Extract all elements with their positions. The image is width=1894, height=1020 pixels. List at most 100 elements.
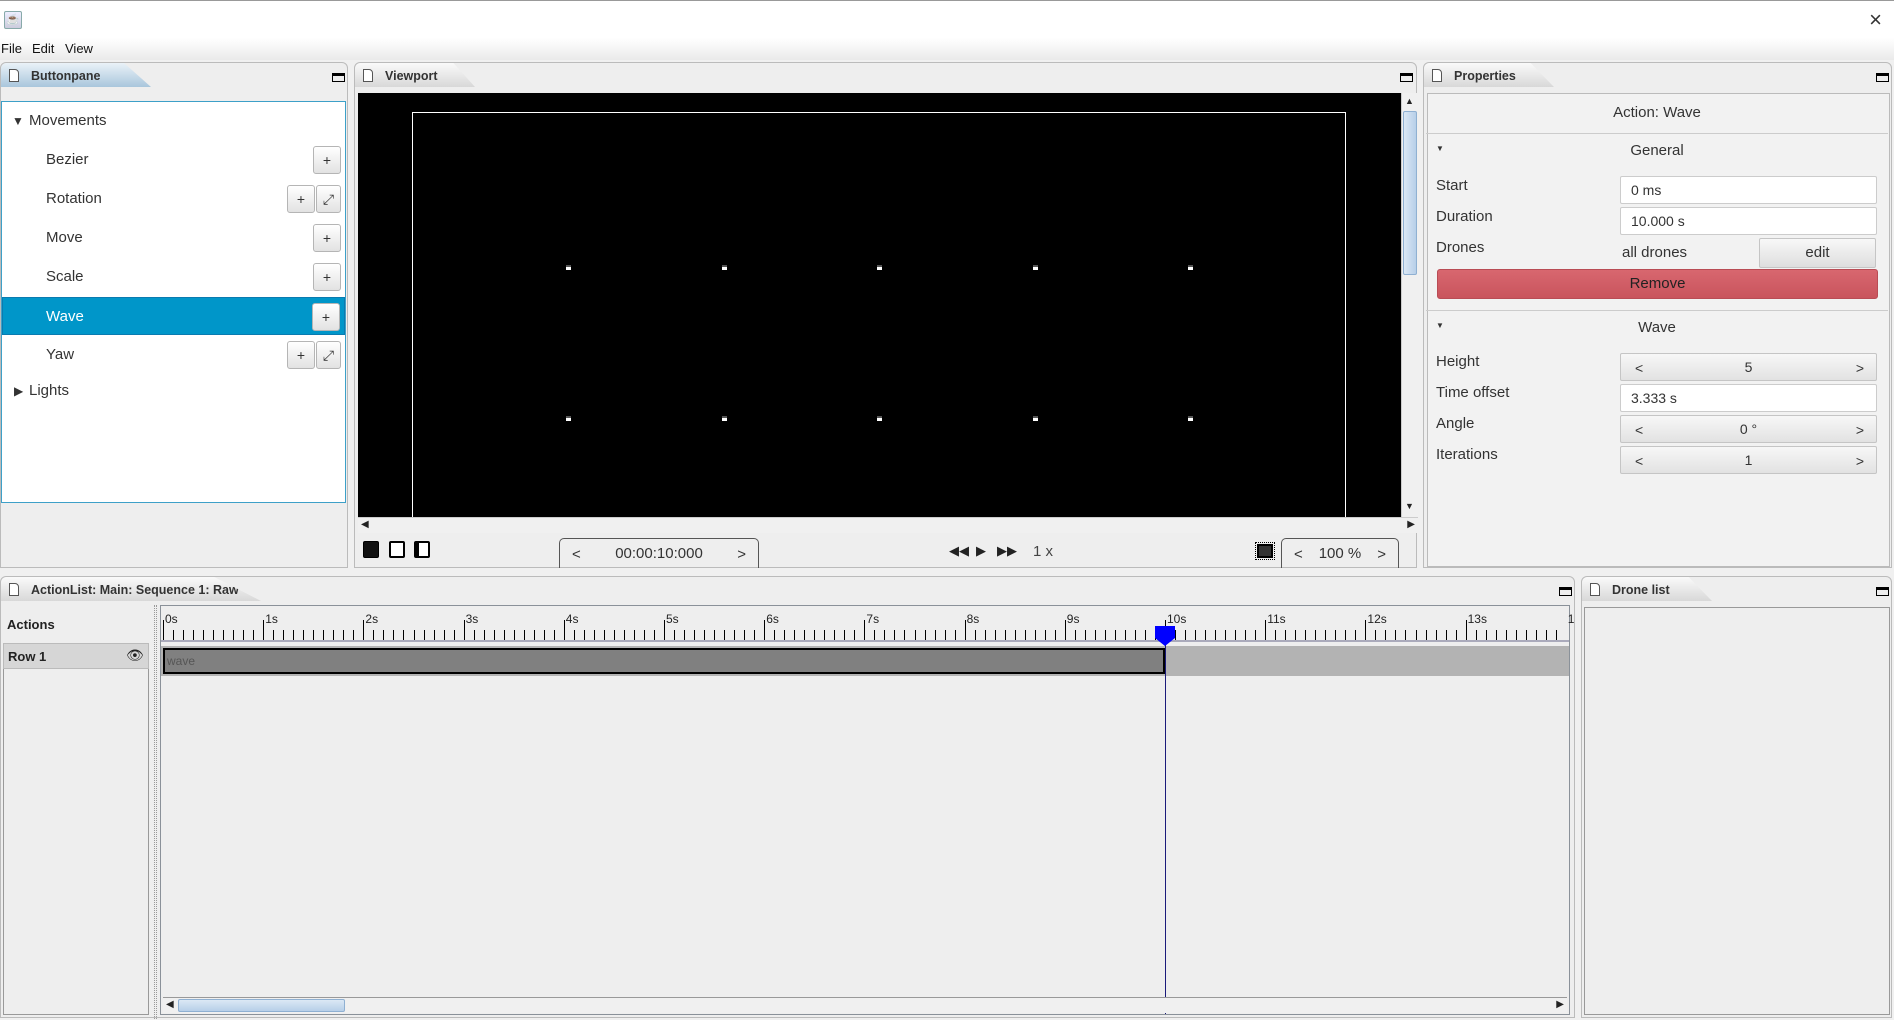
menu-edit[interactable]: Edit xyxy=(32,41,54,56)
tree-item-wave[interactable]: Wave + xyxy=(2,297,345,335)
tree-item-rotation[interactable]: Rotation + ⤢ xyxy=(4,180,344,218)
scroll-up-icon[interactable]: ▲ xyxy=(1405,96,1414,106)
time-value[interactable]: 00:00:10:000 xyxy=(560,545,758,562)
iterations-increment[interactable]: > xyxy=(1856,453,1864,469)
drone-marker[interactable] xyxy=(722,265,727,270)
scroll-right-icon[interactable]: ▶ xyxy=(1556,999,1564,1010)
playhead-handle[interactable] xyxy=(1155,626,1175,646)
action-title: Action: Wave xyxy=(1426,104,1888,121)
add-bezier-button[interactable]: + xyxy=(313,146,341,174)
expand-down-icon[interactable]: ▼ xyxy=(12,102,24,140)
iterations-value[interactable]: 1 xyxy=(1621,452,1876,468)
menu-view[interactable]: View xyxy=(65,41,93,56)
add-rotation-button[interactable]: + xyxy=(287,185,315,213)
duration-input[interactable]: 10.000 s xyxy=(1620,207,1877,235)
fit-screen-icon[interactable] xyxy=(1257,544,1273,558)
time-next-button[interactable]: > xyxy=(737,546,746,563)
cube-top-view-icon[interactable] xyxy=(414,541,430,558)
viewport-canvas[interactable] xyxy=(358,93,1401,517)
scroll-left-icon[interactable]: ◀ xyxy=(361,519,369,530)
ruler-tick xyxy=(464,620,465,640)
height-value[interactable]: 5 xyxy=(1621,359,1876,375)
remove-action-button[interactable]: Remove xyxy=(1437,269,1878,299)
ruler-tick xyxy=(754,630,755,640)
fast-forward-icon[interactable]: ▶▶ xyxy=(997,543,1017,559)
maximize-icon[interactable] xyxy=(1400,73,1413,82)
horizontal-scrollbar[interactable]: ◀ ▶ xyxy=(358,517,1418,533)
tree-group-movements[interactable]: ▼ Movements xyxy=(4,102,344,140)
visibility-eye-icon[interactable]: 👁 xyxy=(126,647,144,664)
add-move-button[interactable]: + xyxy=(313,224,341,252)
row-header[interactable]: Row 1 👁 xyxy=(3,643,149,669)
playback-speed[interactable]: 1 x xyxy=(1033,543,1053,560)
tree-item-scale[interactable]: Scale + xyxy=(4,258,344,296)
rewind-icon[interactable]: ◀◀ xyxy=(949,543,969,559)
ruler-tick xyxy=(293,630,294,640)
maximize-icon[interactable] xyxy=(332,73,345,82)
zoom-next-button[interactable]: > xyxy=(1377,546,1386,563)
vertical-scrollbar[interactable]: ▲ ▼ xyxy=(1401,93,1418,517)
maximize-icon[interactable] xyxy=(1559,587,1572,596)
maximize-icon[interactable] xyxy=(1876,587,1889,596)
scroll-thumb[interactable] xyxy=(178,999,345,1012)
ruler-tick xyxy=(1526,630,1527,640)
tab-buttonpane[interactable]: Buttonpane xyxy=(1,63,151,87)
drone-marker[interactable] xyxy=(1188,416,1193,421)
general-section-header[interactable]: ▼ General xyxy=(1426,133,1888,167)
scroll-down-icon[interactable]: ▼ xyxy=(1405,501,1414,511)
drone-marker[interactable] xyxy=(566,265,571,270)
iterations-spinner[interactable]: < 1 > xyxy=(1620,446,1877,474)
tree-item-move[interactable]: Move + xyxy=(4,219,344,257)
drone-marker[interactable] xyxy=(722,416,727,421)
add-yaw-button[interactable]: + xyxy=(287,341,315,369)
add-scale-button[interactable]: + xyxy=(313,263,341,291)
drone-marker[interactable] xyxy=(1033,265,1038,270)
height-spinner[interactable]: < 5 > xyxy=(1620,353,1877,381)
tab-viewport[interactable]: Viewport xyxy=(355,63,475,87)
tree-item-bezier[interactable]: Bezier + xyxy=(4,141,344,179)
zoom-stepper[interactable]: < 100 % > xyxy=(1281,538,1399,568)
time-ruler[interactable]: 0s1s2s3s4s5s6s7s8s9s10s11s12s13s1 xyxy=(161,608,1569,642)
scroll-right-icon[interactable]: ▶ xyxy=(1407,519,1415,530)
timeline-area[interactable]: 0s1s2s3s4s5s6s7s8s9s10s11s12s13s1 wave xyxy=(160,605,1570,1015)
scroll-left-icon[interactable]: ◀ xyxy=(166,999,174,1010)
drone-marker[interactable] xyxy=(566,416,571,421)
expand-right-icon[interactable]: ▶ xyxy=(14,372,23,410)
action-clip[interactable]: wave xyxy=(163,648,1165,674)
drone-marker[interactable] xyxy=(1033,416,1038,421)
pick-rotation-icon[interactable]: ⤢ xyxy=(316,185,341,213)
play-icon[interactable]: ▶ xyxy=(976,543,986,559)
angle-increment[interactable]: > xyxy=(1856,422,1864,438)
playhead-line[interactable] xyxy=(1165,628,1166,1014)
close-window-icon[interactable]: × xyxy=(1869,7,1882,33)
menu-file[interactable]: File xyxy=(1,41,22,56)
ruler-tick xyxy=(724,630,725,640)
wave-section-header[interactable]: ▼ Wave xyxy=(1426,310,1888,344)
angle-value[interactable]: 0 ° xyxy=(1621,421,1876,437)
tab-properties[interactable]: Properties xyxy=(1424,63,1554,87)
tab-dronelist[interactable]: Drone list xyxy=(1582,577,1712,601)
tree-group-lights[interactable]: ▶ Lights xyxy=(4,372,344,410)
splitter-handle[interactable] xyxy=(154,605,157,1019)
cube-side-view-icon[interactable] xyxy=(389,541,405,558)
drone-list[interactable] xyxy=(1584,607,1890,1015)
cube-front-view-icon[interactable] xyxy=(363,541,379,558)
tree-item-yaw[interactable]: Yaw + ⤢ xyxy=(4,336,344,374)
add-wave-button[interactable]: + xyxy=(312,303,340,331)
timeline-hscrollbar[interactable]: ◀ ▶ xyxy=(163,997,1567,1013)
ruler-tick xyxy=(1255,630,1256,640)
angle-spinner[interactable]: < 0 ° > xyxy=(1620,415,1877,443)
drone-marker[interactable] xyxy=(877,265,882,270)
edit-drones-button[interactable]: edit xyxy=(1759,238,1876,268)
time-stepper[interactable]: < 00:00:10:000 > xyxy=(559,538,759,568)
maximize-icon[interactable] xyxy=(1876,73,1889,82)
scroll-thumb[interactable] xyxy=(1403,111,1417,275)
start-input[interactable]: 0 ms xyxy=(1620,176,1877,204)
drone-marker[interactable] xyxy=(877,416,882,421)
pick-yaw-icon[interactable]: ⤢ xyxy=(316,341,341,369)
height-increment[interactable]: > xyxy=(1856,360,1864,376)
drone-marker[interactable] xyxy=(1188,265,1193,270)
tab-actionlist[interactable]: ActionList: Main: Sequence 1: Raw xyxy=(1,577,261,601)
time-offset-input[interactable]: 3.333 s xyxy=(1620,384,1877,412)
actionlist-panel: ActionList: Main: Sequence 1: Raw Action… xyxy=(0,576,1575,1018)
